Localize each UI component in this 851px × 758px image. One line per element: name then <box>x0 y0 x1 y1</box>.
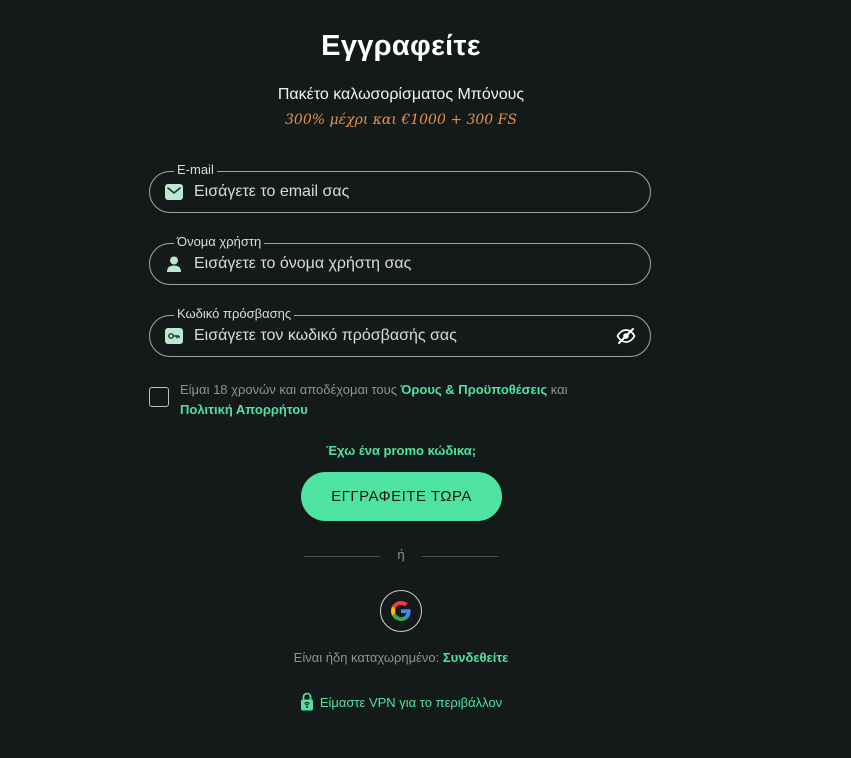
bonus-offer-text: 300% μέχρι και €1000 + 300 FS <box>285 112 517 128</box>
promo-code-link[interactable]: Έχω ένα promo κώδικα; <box>0 443 802 458</box>
terms-prefix: Είμαι 18 χρονών και αποδέχομαι τους <box>180 382 401 397</box>
vpn-lock-icon <box>300 692 313 711</box>
register-now-button[interactable]: ΕΓΓΡΑΦΕΙΤΕ ΤΩΡΑ <box>301 472 502 521</box>
password-input[interactable] <box>194 316 594 355</box>
username-input[interactable] <box>194 244 594 283</box>
login-prompt-text: Είναι ήδη καταχωρημένο: <box>293 650 443 665</box>
divider-or-text: ή <box>397 547 405 562</box>
email-input[interactable] <box>194 172 594 211</box>
password-field: Κωδικό πρόσβασης <box>149 305 651 357</box>
username-field: Όνομα χρήστη <box>149 233 651 285</box>
email-field: E-mail <box>149 161 651 213</box>
privacy-policy-link[interactable]: Πολιτική Απορρήτου <box>180 402 308 417</box>
eye-off-icon[interactable] <box>616 327 636 345</box>
page-title: Εγγραφείτε <box>321 30 481 62</box>
mail-icon <box>165 184 183 200</box>
login-link[interactable]: Συνδεθείτε <box>443 650 508 665</box>
vpn-info-link[interactable]: Είμαστε VPN για το περιβάλλον <box>0 692 802 712</box>
key-icon <box>165 328 183 344</box>
terms-link[interactable]: Όρους & Προϋποθέσεις <box>401 382 547 397</box>
google-icon <box>391 601 411 621</box>
age-terms-checkbox[interactable] <box>149 387 169 407</box>
welcome-bonus-subtitle: Πακέτο καλωσορίσματος Μπόνους <box>277 86 525 103</box>
divider-line-right <box>422 556 498 557</box>
user-icon <box>165 256 183 272</box>
terms-text: Είμαι 18 χρονών και αποδέχομαι τους Όρου… <box>180 380 650 420</box>
terms-middle: και <box>547 382 568 397</box>
google-signup-button[interactable] <box>380 590 422 632</box>
vpn-text: Είμαστε VPN για το περιβάλλον <box>319 695 503 710</box>
divider-line-left <box>304 556 380 557</box>
login-prompt: Είναι ήδη καταχωρημένο: Συνδεθείτε <box>0 650 802 665</box>
